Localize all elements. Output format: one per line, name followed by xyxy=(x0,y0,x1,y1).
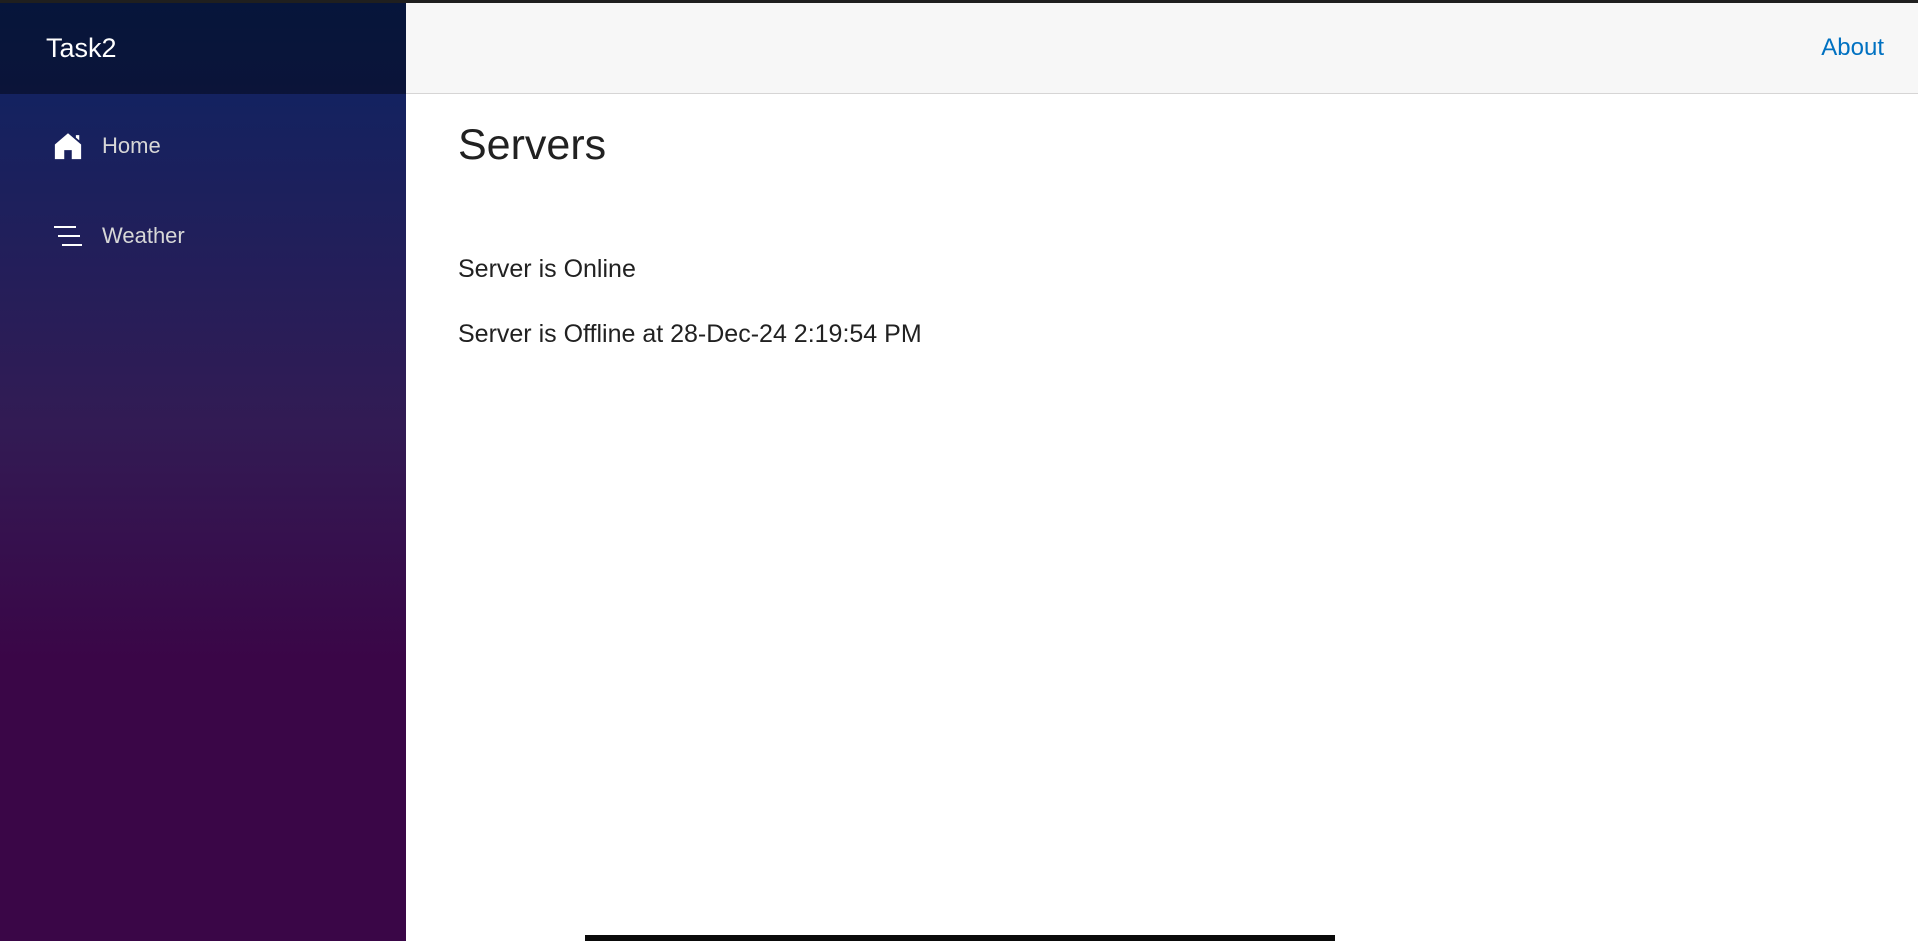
sidebar-item-label: Home xyxy=(102,133,161,158)
list-icon xyxy=(52,220,84,252)
sidebar-item-weather[interactable]: Weather xyxy=(18,206,388,266)
nav-menu: Home Weather xyxy=(0,94,406,296)
page-content: Servers Server is Online Server is Offli… xyxy=(406,94,1918,349)
server-online-status: Server is Online xyxy=(458,255,636,283)
brand-link[interactable]: Task2 xyxy=(46,33,117,64)
brand-bar: Task2 xyxy=(0,3,406,94)
sidebar: Task2 Home Weather xyxy=(0,3,406,941)
home-icon xyxy=(52,130,84,162)
main-area: About Servers Server is Online Server is… xyxy=(406,3,1918,941)
app-window: Task2 Home Weather About Servers Server … xyxy=(0,3,1918,941)
horizontal-scrollbar[interactable] xyxy=(585,935,1335,941)
about-link[interactable]: About xyxy=(1821,34,1884,62)
page-title: Servers xyxy=(458,121,607,169)
top-row: About xyxy=(406,3,1918,94)
server-offline-status: Server is Offline at 28-Dec-24 2:19:54 P… xyxy=(458,320,922,348)
sidebar-item-label: Weather xyxy=(102,223,185,248)
sidebar-item-home[interactable]: Home xyxy=(18,116,388,176)
